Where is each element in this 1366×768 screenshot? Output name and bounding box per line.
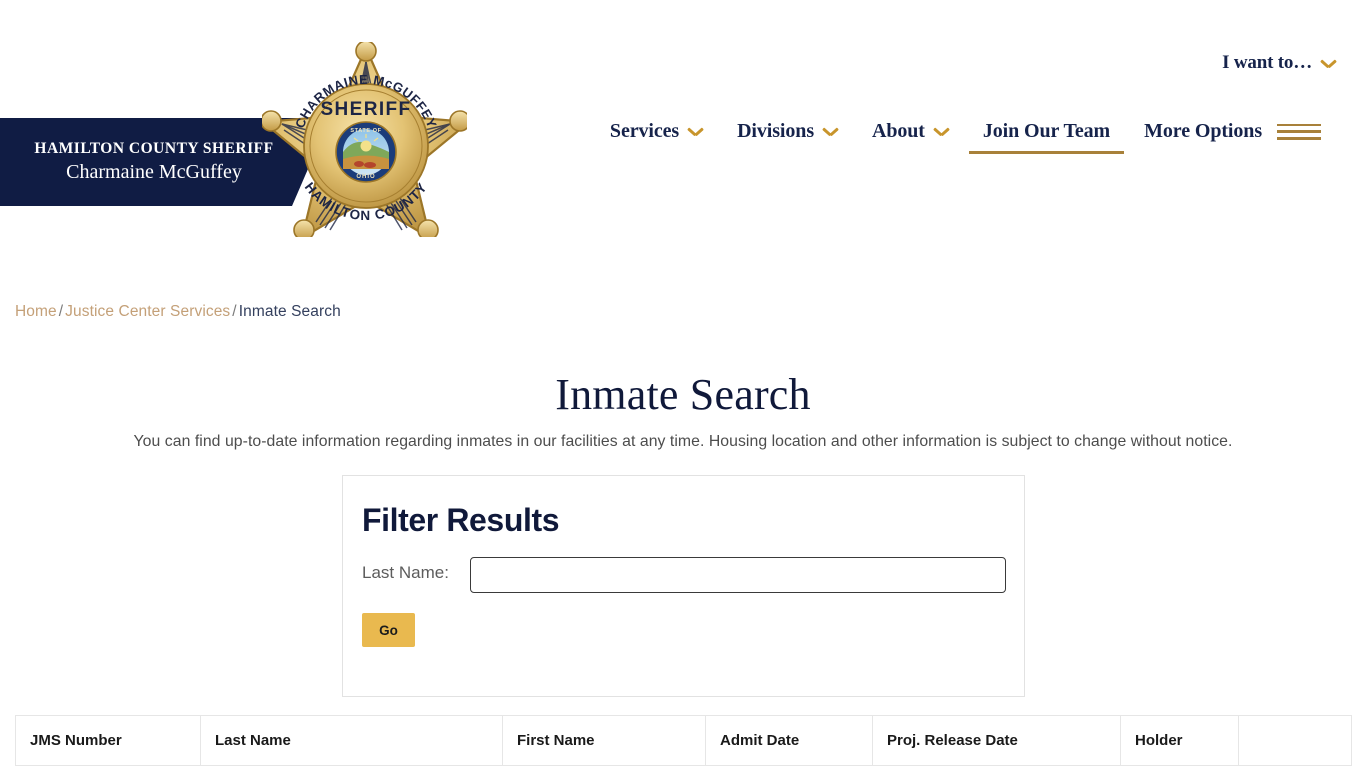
last-name-field-row: Last Name: (362, 557, 1006, 593)
hamburger-line (1277, 136, 1321, 140)
column-header-actions (1238, 715, 1352, 766)
breadcrumb-item-home[interactable]: Home (15, 303, 57, 320)
sheriff-star-icon: CHARMAINE McGUFFEY SHERIFF HAMILTON COUN… (260, 40, 472, 241)
nav-item-more-options[interactable]: More Options (1127, 120, 1338, 143)
hamburger-line (1277, 123, 1321, 127)
nav-label-divisions: Divisions (737, 120, 814, 142)
chevron-down-icon (688, 127, 703, 136)
last-name-label: Last Name: (362, 563, 449, 582)
filter-results-heading: Filter Results (362, 502, 560, 538)
nav-label-about: About (872, 120, 925, 142)
banner-sheriff-name: Charmaine McGuffey (66, 161, 242, 184)
nav-item-divisions[interactable]: Divisions (720, 120, 855, 143)
svg-text:OHIO: OHIO (356, 174, 375, 180)
i-want-to-dropdown[interactable]: I want to… (1222, 52, 1336, 74)
nav-item-about[interactable]: About (855, 120, 966, 143)
nav-item-join-our-team[interactable]: Join Our Team (966, 120, 1127, 154)
nav-label-join-our-team: Join Our Team (982, 120, 1111, 142)
breadcrumb-separator: / (58, 303, 64, 320)
page-title: Inmate Search (555, 370, 811, 420)
main-navigation: Services Divisions About Join Our Team M… (593, 120, 1338, 154)
nav-label-more-options: More Options (1144, 120, 1262, 142)
breadcrumb-item-inmate-search: Inmate Search (238, 303, 341, 320)
inmate-results-table: JMS Number Last Name First Name Admit Da… (15, 715, 1352, 766)
column-header-holder[interactable]: Holder (1120, 715, 1239, 766)
svg-text:SHERIFF: SHERIFF (320, 99, 411, 120)
column-header-admit-date[interactable]: Admit Date (705, 715, 873, 766)
nav-label-services: Services (609, 120, 680, 142)
column-header-jms-number[interactable]: JMS Number (15, 715, 201, 766)
nav-item-services[interactable]: Services (593, 120, 720, 143)
breadcrumb-separator: / (232, 303, 237, 320)
site-header: I want to… HAMILTON COUNTY SHERIFF Charm… (0, 0, 1366, 255)
column-header-first-name[interactable]: First Name (502, 715, 706, 766)
chevron-down-icon (1321, 59, 1336, 68)
i-want-to-label: I want to… (1222, 52, 1312, 73)
go-button[interactable]: Go (362, 613, 415, 647)
banner-office-label: HAMILTON COUNTY SHERIFF (34, 139, 274, 157)
svg-text:STATE OF: STATE OF (350, 128, 381, 134)
column-header-last-name[interactable]: Last Name (200, 715, 503, 766)
hamburger-menu-icon[interactable] (1277, 123, 1321, 140)
chevron-down-icon (823, 127, 838, 136)
sheriff-badge-logo[interactable]: CHARMAINE McGUFFEY SHERIFF HAMILTON COUN… (260, 40, 472, 241)
last-name-input[interactable] (470, 557, 1006, 593)
column-header-proj-release-date[interactable]: Proj. Release Date (872, 715, 1121, 766)
breadcrumb-item-justice-center-services[interactable]: Justice Center Services (65, 303, 230, 320)
chevron-down-icon (934, 127, 949, 136)
table-header-row: JMS Number Last Name First Name Admit Da… (15, 715, 1352, 766)
page-description: You can find up-to-date information rega… (133, 432, 1233, 450)
filter-results-card: Filter Results Last Name: Go (342, 475, 1025, 697)
inmate-search-page: I want to… HAMILTON COUNTY SHERIFF Charm… (0, 0, 1366, 768)
hamburger-line (1277, 130, 1321, 133)
breadcrumb: Home / Justice Center Services / Inmate Sear… (15, 303, 341, 321)
